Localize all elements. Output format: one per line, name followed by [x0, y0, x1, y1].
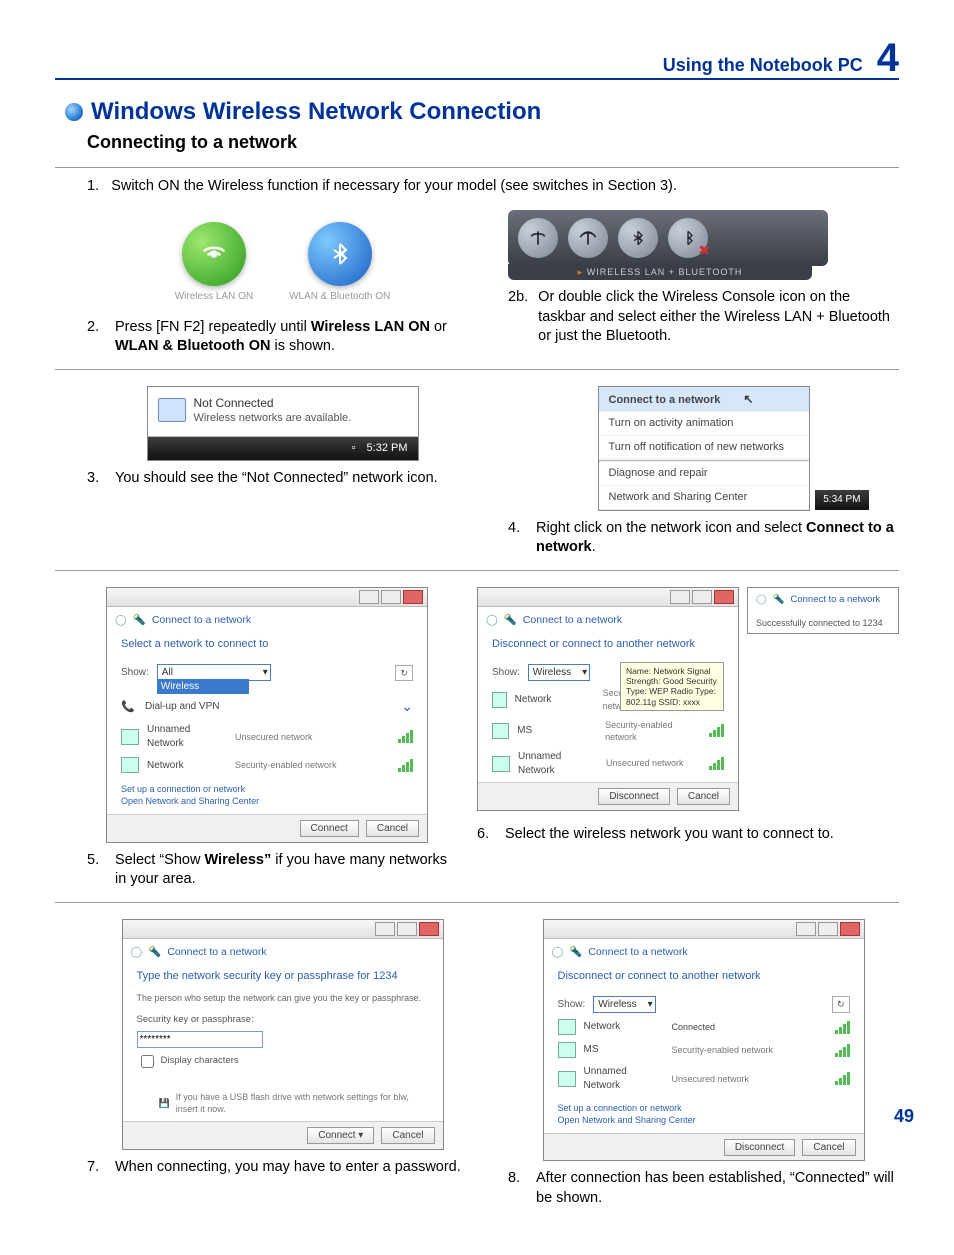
- tray-time: 5:34 PM: [815, 490, 868, 510]
- page-number: 49: [894, 1106, 914, 1127]
- network-row[interactable]: MSSecurity-enabled network: [558, 1040, 850, 1060]
- dialog-prompt: Select a network to connect to: [107, 633, 427, 660]
- cursor-icon: ↖: [743, 392, 753, 406]
- antenna-icon: [568, 218, 608, 258]
- connect-dialog-select-figure: ◯ 🔦 Connect to a network Disconnect or c…: [477, 587, 739, 811]
- disconnect-button[interactable]: Disconnect: [598, 788, 669, 805]
- chapter-title: Using the Notebook PC: [663, 55, 863, 76]
- step-number: 4.: [508, 519, 526, 558]
- cancel-button[interactable]: Cancel: [802, 1139, 855, 1156]
- step-text: Or double click the Wireless Console ico…: [538, 288, 899, 347]
- dialog-link[interactable]: Set up a connection or network: [121, 784, 413, 796]
- password-prompt: Type the network security key or passphr…: [123, 965, 443, 992]
- tray-icon-small: ▫: [352, 442, 356, 454]
- connect-button[interactable]: Connect: [300, 820, 359, 837]
- wireless-icons-figure: Wireless LAN ON WLAN & Bluetooth ON: [87, 216, 478, 310]
- step-text: Switch ON the Wireless function if neces…: [111, 178, 677, 194]
- menu-item[interactable]: Network and Sharing Center: [599, 486, 809, 510]
- password-input[interactable]: [137, 1031, 263, 1048]
- close-icon[interactable]: [419, 922, 439, 936]
- network-row[interactable]: MSSecurity-enabled network: [492, 717, 724, 745]
- console-caption: WIRELESS LAN + BLUETOOTH: [587, 267, 743, 277]
- bluetooth-icon: [618, 218, 658, 258]
- menu-item[interactable]: Connect to a network ↖: [599, 387, 809, 413]
- dialog-prompt: Disconnect or connect to another network: [478, 633, 738, 660]
- network-tray-icon: [158, 398, 186, 422]
- step-number: 2b.: [508, 288, 528, 347]
- dialog-prompt: Disconnect or connect to another network: [544, 965, 864, 992]
- step-number: 5.: [87, 851, 105, 890]
- tray-message: Wireless networks are available.: [194, 411, 352, 426]
- network-tooltip: Name: Network Signal Strength: Good Secu…: [620, 662, 724, 711]
- connect-success-figure: ◯ 🔦 Connect to a network Successfully co…: [747, 587, 899, 634]
- back-icon[interactable]: ◯: [115, 613, 127, 627]
- close-icon[interactable]: [840, 922, 860, 936]
- show-dropdown[interactable]: Wireless▾: [528, 664, 590, 682]
- chapter-header: Using the Notebook PC 4: [55, 40, 899, 80]
- bluetooth-disabled-icon: ✖: [668, 218, 708, 258]
- icon-caption: WLAN & Bluetooth ON: [289, 290, 390, 304]
- step-number: 2.: [87, 318, 105, 357]
- dialog-link[interactable]: Open Network and Sharing Center: [558, 1115, 850, 1127]
- network-row[interactable]: Network Security-enabled network: [121, 755, 413, 775]
- success-message: Successfully connected to 1234: [748, 613, 898, 633]
- cancel-button[interactable]: Cancel: [677, 788, 730, 805]
- dialog-link[interactable]: Set up a connection or network: [558, 1103, 850, 1115]
- close-icon[interactable]: [403, 590, 423, 604]
- network-row[interactable]: Unnamed NetworkUnsecured network: [492, 748, 724, 779]
- cancel-button[interactable]: Cancel: [366, 820, 419, 837]
- password-label: Security key or passphrase:: [137, 1014, 429, 1027]
- refresh-button[interactable]: ↻: [832, 996, 850, 1012]
- connected-dialog-figure: ◯ 🔦 Connect to a network Disconnect or c…: [543, 919, 865, 1162]
- network-row[interactable]: Unnamed NetworkUnsecured network: [558, 1063, 850, 1094]
- chevron-down-icon[interactable]: ⌄: [401, 697, 413, 716]
- tray-tooltip-figure: Not Connected Wireless networks are avai…: [147, 386, 419, 462]
- step-text: When connecting, you may have to enter a…: [115, 1158, 478, 1178]
- step-text: Select the wireless network you want to …: [505, 825, 899, 845]
- connect-button[interactable]: Connect ▾: [307, 1127, 374, 1144]
- step-number: 8.: [508, 1169, 526, 1208]
- tray-time: 5:32 PM: [367, 442, 408, 454]
- step-text: Press [FN F2] repeatedly until Wireless …: [115, 318, 478, 357]
- antenna-bt-icon: [518, 218, 558, 258]
- step-text: You should see the “Not Connected” netwo…: [115, 469, 478, 489]
- connect-dialog-figure: ◯ 🔦 Connect to a network Select a networ…: [106, 587, 428, 843]
- section-title: Windows Wireless Network Connection: [91, 98, 541, 126]
- show-dropdown[interactable]: Wireless▾: [593, 996, 655, 1014]
- chapter-number: 4: [877, 40, 899, 76]
- wifi-icon: [182, 222, 246, 286]
- wireless-console-figure: ✖ ▸ WIRELESS LAN + BLUETOOTH: [508, 210, 899, 280]
- cancel-button[interactable]: Cancel: [381, 1127, 434, 1144]
- menu-item[interactable]: Diagnose and repair: [599, 462, 809, 486]
- bluetooth-icon: [308, 222, 372, 286]
- network-row[interactable]: NetworkConnected: [558, 1017, 850, 1037]
- globe-icon: [65, 103, 83, 121]
- dialog-link[interactable]: Open Network and Sharing Center: [121, 796, 413, 808]
- menu-item[interactable]: Turn on activity animation: [599, 412, 809, 436]
- step-text: Right click on the network icon and sele…: [536, 519, 899, 558]
- close-icon[interactable]: [714, 590, 734, 604]
- show-dropdown[interactable]: All ▾ Wireless: [157, 664, 271, 682]
- display-chars-checkbox[interactable]: [141, 1055, 154, 1068]
- disconnect-button[interactable]: Disconnect: [724, 1139, 795, 1156]
- usb-icon: 💾: [159, 1097, 170, 1109]
- step-text: Select “Show Wireless” if you have many …: [115, 851, 447, 890]
- step-number: 7.: [87, 1158, 105, 1178]
- password-sub: The person who setup the network can giv…: [137, 992, 429, 1004]
- password-dialog-figure: ◯ 🔦 Connect to a network Type the networ…: [122, 919, 444, 1150]
- tray-status: Not Connected: [194, 395, 352, 411]
- icon-caption: Wireless LAN ON: [175, 290, 253, 304]
- subsection-title: Connecting to a network: [87, 132, 899, 153]
- network-row[interactable]: Unnamed Network Unsecured network: [121, 721, 413, 752]
- step-number: 3.: [87, 469, 105, 489]
- refresh-button[interactable]: ↻: [395, 665, 413, 681]
- step-text: After connection has been established, “…: [536, 1169, 899, 1208]
- menu-item[interactable]: Turn off notification of new networks: [599, 436, 809, 460]
- step-number: 6.: [477, 825, 495, 845]
- step-number: 1.: [87, 178, 99, 194]
- context-menu-figure: Connect to a network ↖ Turn on activity …: [598, 386, 810, 511]
